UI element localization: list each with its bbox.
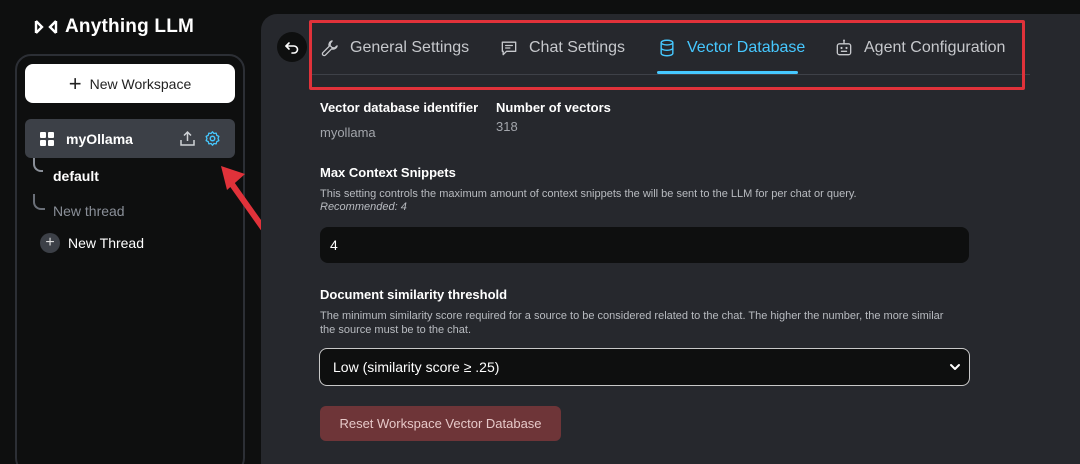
- new-workspace-label: New Workspace: [89, 75, 192, 92]
- similarity-threshold-selected: Low (similarity score ≥ .25): [333, 359, 500, 375]
- similarity-threshold-select[interactable]: Low (similarity score ≥ .25): [319, 348, 970, 386]
- app-logo: Anything LLM: [34, 16, 194, 38]
- workspace-grid-icon: [40, 131, 54, 146]
- similarity-threshold-label: Document similarity threshold: [320, 287, 508, 302]
- vector-identifier-value: myollama: [320, 125, 376, 140]
- vector-count-label: Number of vectors: [496, 100, 611, 115]
- max-context-snippets-input[interactable]: 4: [320, 227, 969, 263]
- upload-icon[interactable]: [179, 130, 196, 147]
- vector-count-value: 318: [496, 119, 518, 134]
- thread-connector: [33, 194, 45, 210]
- sidebar: + New Workspace myOllama default New thr…: [15, 54, 245, 464]
- thread-item-new-thread[interactable]: New thread: [53, 203, 125, 219]
- new-thread-button[interactable]: + New Thread: [40, 233, 144, 253]
- logo-icon: [34, 20, 58, 34]
- plus-icon: +: [40, 233, 60, 253]
- max-context-snippets-label: Max Context Snippets: [320, 165, 456, 180]
- gear-icon[interactable]: [204, 130, 221, 147]
- new-workspace-button[interactable]: + New Workspace: [25, 64, 235, 103]
- reset-vector-database-button[interactable]: Reset Workspace Vector Database: [320, 406, 561, 441]
- annotation-highlight-box: [309, 20, 1025, 90]
- app-title: Anything LLM: [65, 16, 195, 37]
- similarity-threshold-description: The minimum similarity score required fo…: [320, 310, 944, 322]
- vector-identifier-label: Vector database identifier: [320, 100, 479, 115]
- chevron-down-icon: [950, 364, 960, 370]
- reset-vector-database-label: Reset Workspace Vector Database: [339, 416, 542, 431]
- plus-icon: +: [68, 70, 82, 96]
- thread-connector: [33, 158, 43, 172]
- max-context-snippets-recommended: Recommended: 4: [320, 201, 407, 213]
- workspace-settings-panel: General Settings Chat Settings Vector Da…: [261, 14, 1080, 464]
- max-context-snippets-value: 4: [330, 237, 338, 253]
- back-button[interactable]: [277, 32, 307, 62]
- max-context-snippets-description: This setting controls the maximum amount…: [320, 188, 857, 200]
- workspace-item[interactable]: myOllama: [25, 119, 235, 158]
- thread-item-default[interactable]: default: [53, 168, 99, 184]
- workspace-name: myOllama: [66, 130, 133, 147]
- back-arrow-icon: [285, 42, 299, 54]
- similarity-threshold-description-2: the source must be to the chat.: [320, 324, 472, 336]
- new-thread-label: New Thread: [68, 235, 145, 251]
